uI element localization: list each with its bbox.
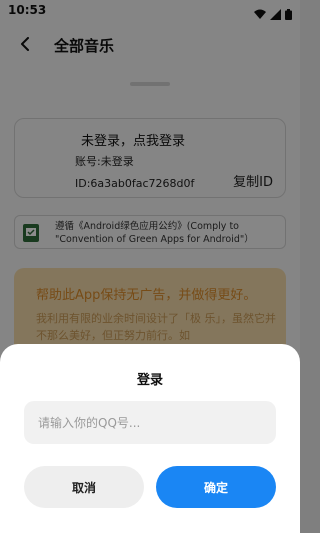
cancel-button[interactable]: 取消 bbox=[24, 466, 144, 508]
confirm-button[interactable]: 确定 bbox=[156, 466, 276, 508]
login-dialog: 登录 取消 确定 bbox=[0, 344, 300, 533]
qq-number-input[interactable] bbox=[24, 401, 276, 444]
dialog-title: 登录 bbox=[136, 373, 163, 388]
